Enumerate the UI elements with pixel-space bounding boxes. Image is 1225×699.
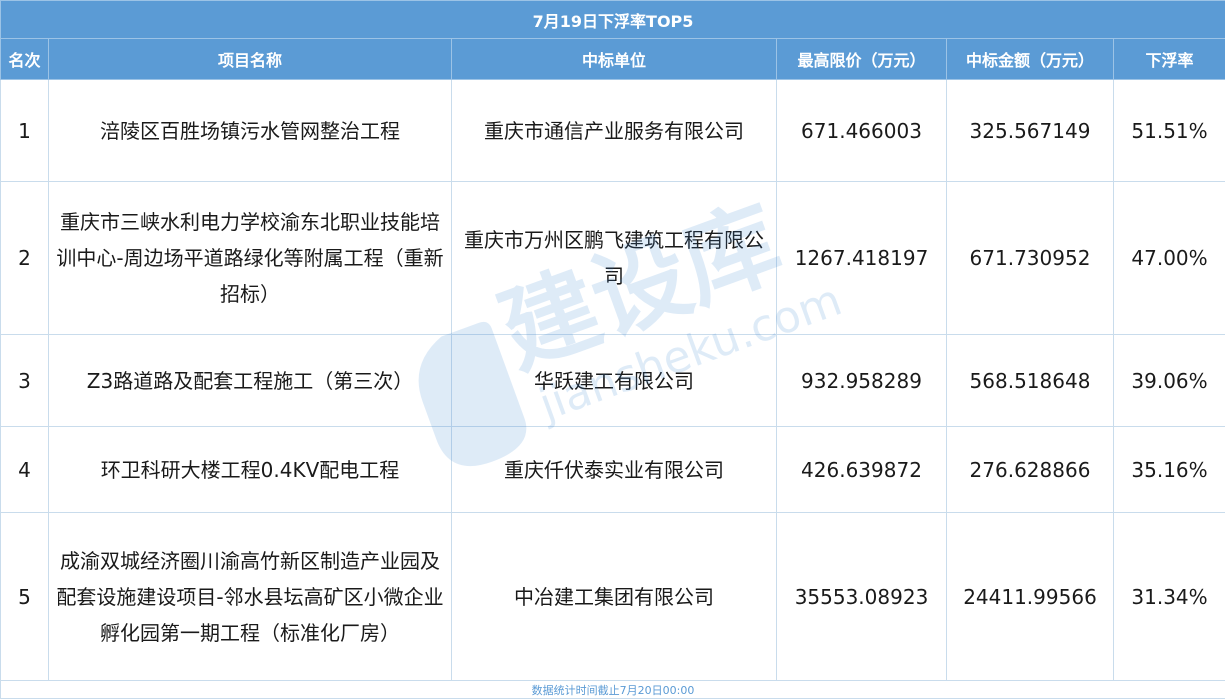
winner-cell: 重庆市通信产业服务有限公司 (451, 79, 777, 182)
project-cell: 重庆市三峡水利电力学校渝东北职业技能培训中心-周边场平道路绿化等附属工程（重新招… (48, 181, 452, 335)
table-row: 4 环卫科研大楼工程0.4KV配电工程 重庆仟伏泰实业有限公司 426.6398… (0, 426, 1225, 513)
footer-note: 数据统计时间截止7月20日00:00 (0, 680, 1225, 699)
discount-cell: 39.06% (1112, 334, 1225, 427)
table-row: 2 重庆市三峡水利电力学校渝东北职业技能培训中心-周边场平道路绿化等附属工程（重… (0, 181, 1225, 335)
bid-amount-cell: 568.518648 (946, 334, 1114, 427)
table-row: 5 成渝双城经济圈川渝高竹新区制造产业园及配套设施建设项目-邻水县坛高矿区小微企… (0, 512, 1225, 681)
bid-amount-cell: 24411.99566 (946, 512, 1114, 681)
max-price-cell: 671.466003 (776, 79, 947, 182)
bid-amount-cell: 671.730952 (946, 181, 1114, 335)
discount-cell: 51.51% (1112, 79, 1225, 182)
project-cell: 环卫科研大楼工程0.4KV配电工程 (48, 426, 452, 513)
winner-cell: 重庆仟伏泰实业有限公司 (451, 426, 777, 513)
bid-amount-cell: 276.628866 (946, 426, 1114, 513)
discount-cell: 47.00% (1112, 181, 1225, 335)
header-bid-amount: 中标金额（万元） (946, 38, 1114, 80)
winner-cell: 重庆市万州区鹏飞建筑工程有限公司 (451, 181, 777, 335)
header-project: 项目名称 (48, 38, 452, 80)
rank-cell: 3 (0, 334, 49, 427)
max-price-cell: 35553.08923 (776, 512, 947, 681)
winner-cell: 中冶建工集团有限公司 (451, 512, 777, 681)
top5-table: 7月19日下浮率TOP5 名次 项目名称 中标单位 最高限价（万元） 中标金额（… (0, 0, 1225, 699)
rank-cell: 1 (0, 79, 49, 182)
table-row: 1 涪陵区百胜场镇污水管网整治工程 重庆市通信产业服务有限公司 671.4660… (0, 79, 1225, 182)
header-discount: 下浮率 (1112, 38, 1225, 80)
max-price-cell: 1267.418197 (776, 181, 947, 335)
rank-cell: 5 (0, 512, 49, 681)
project-cell: Z3路道路及配套工程施工（第三次） (48, 334, 452, 427)
table-row: 3 Z3路道路及配套工程施工（第三次） 华跃建工有限公司 932.958289 … (0, 334, 1225, 427)
project-cell: 涪陵区百胜场镇污水管网整治工程 (48, 79, 452, 182)
header-row: 名次 项目名称 中标单位 最高限价（万元） 中标金额（万元） 下浮率 (0, 38, 1225, 80)
winner-cell: 华跃建工有限公司 (451, 334, 777, 427)
max-price-cell: 932.958289 (776, 334, 947, 427)
header-max-price: 最高限价（万元） (776, 38, 947, 80)
max-price-cell: 426.639872 (776, 426, 947, 513)
header-rank: 名次 (0, 38, 49, 80)
bid-amount-cell: 325.567149 (946, 79, 1114, 182)
project-cell: 成渝双城经济圈川渝高竹新区制造产业园及配套设施建设项目-邻水县坛高矿区小微企业孵… (48, 512, 452, 681)
rank-cell: 4 (0, 426, 49, 513)
rank-cell: 2 (0, 181, 49, 335)
header-winner: 中标单位 (451, 38, 777, 80)
discount-cell: 31.34% (1112, 512, 1225, 681)
table-title: 7月19日下浮率TOP5 (0, 0, 1225, 39)
discount-cell: 35.16% (1112, 426, 1225, 513)
